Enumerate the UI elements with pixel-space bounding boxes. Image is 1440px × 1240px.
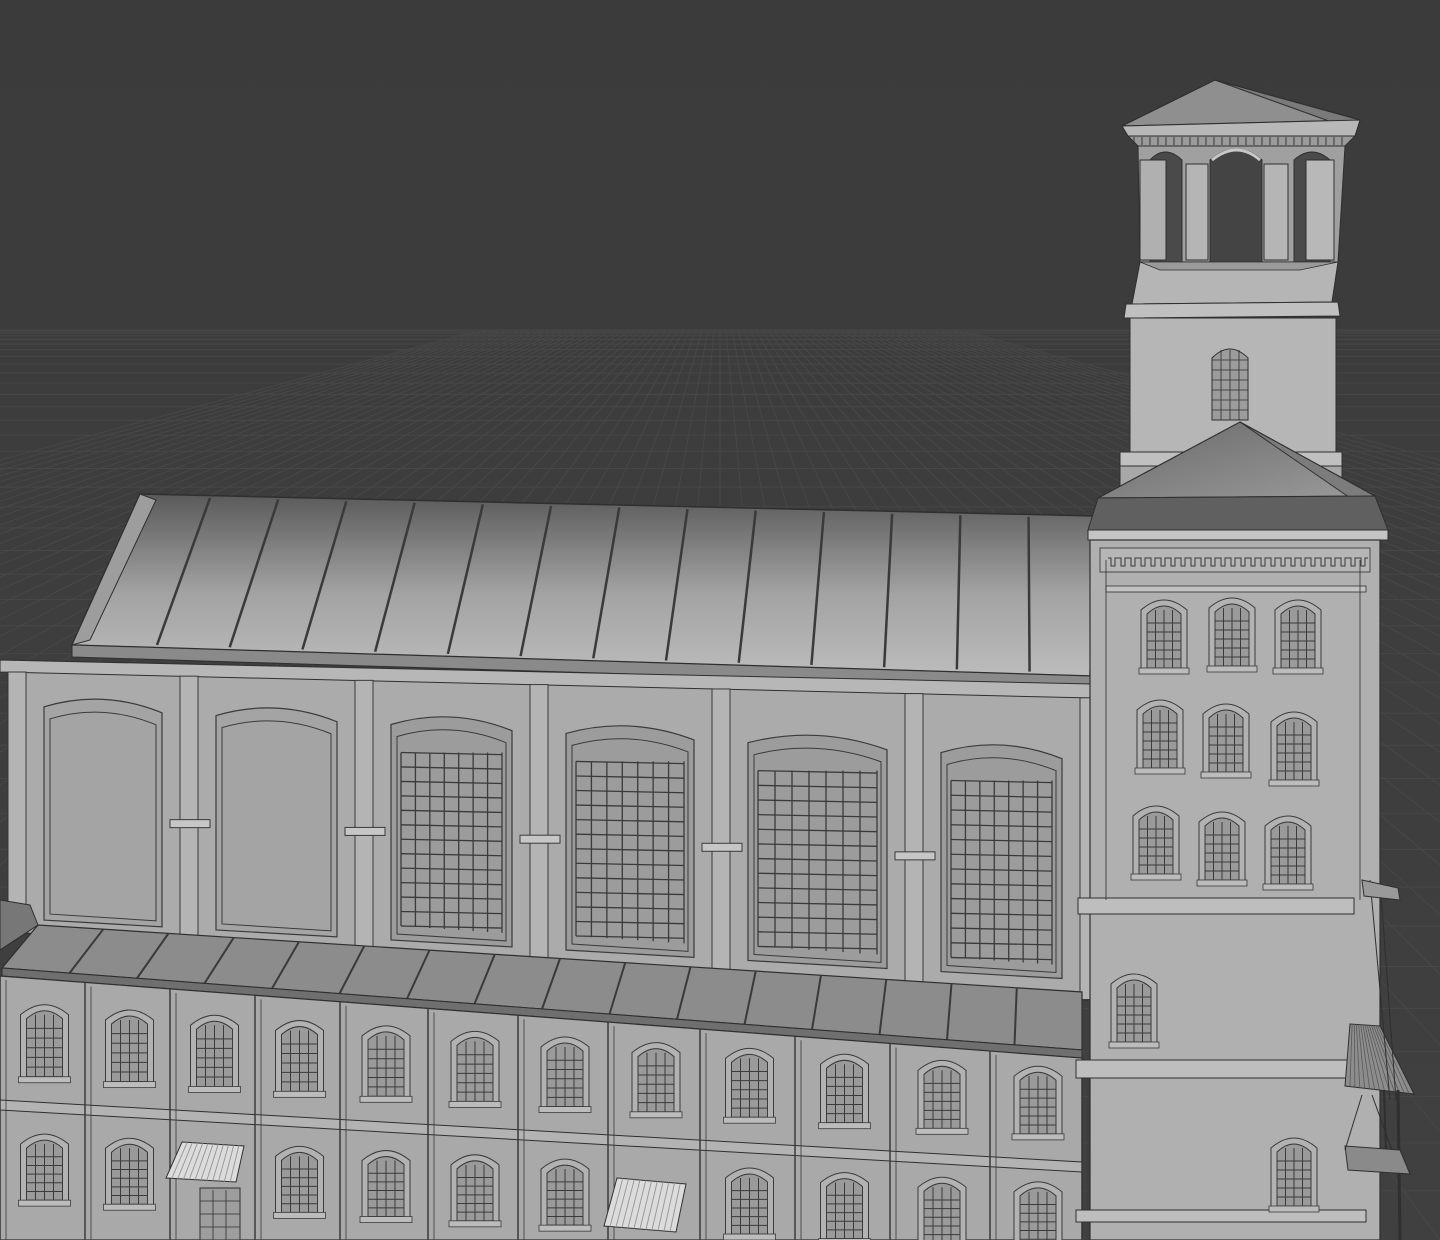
- belfry[interactable]: [1121, 79, 1362, 319]
- awning-right[interactable]: [603, 1177, 687, 1233]
- arched-window: [818, 1172, 871, 1240]
- arched-window: [273, 1145, 326, 1219]
- tower-shaft-window: [1211, 348, 1249, 421]
- arched-window: [188, 1014, 241, 1093]
- arched-window: [723, 1047, 776, 1124]
- arched-window: [1138, 599, 1190, 675]
- arched-window: [723, 1167, 776, 1240]
- upper-window-bay: [43, 698, 163, 928]
- 3d-viewport[interactable]: [0, 0, 1440, 1240]
- arched-window: [1196, 811, 1248, 887]
- pilaster: [7, 671, 27, 933]
- arched-window: [1130, 805, 1182, 881]
- arched-window: [103, 1137, 156, 1211]
- arched-window: [1011, 1065, 1065, 1141]
- arched-window: [538, 1158, 592, 1232]
- arched-window: [448, 1030, 502, 1108]
- arched-window: [1206, 597, 1258, 673]
- main-roof[interactable]: [70, 493, 1096, 689]
- arched-window: [1268, 1137, 1320, 1213]
- arched-window: [917, 1176, 967, 1240]
- upper-window-bay: [215, 707, 338, 938]
- arched-window: [1200, 703, 1252, 779]
- pilaster: [354, 679, 374, 955]
- upper-window-bay: [747, 734, 888, 970]
- arched-window: [1262, 815, 1314, 891]
- arched-window: [18, 1004, 71, 1084]
- arched-window: [818, 1053, 871, 1130]
- arched-window: [18, 1133, 71, 1207]
- arched-window: [359, 1150, 413, 1223]
- upper-window-bay: [940, 744, 1063, 980]
- tower-body[interactable]: [1075, 539, 1381, 1240]
- arched-window: [538, 1036, 592, 1113]
- arched-window: [359, 1025, 413, 1103]
- arched-window: [629, 1042, 683, 1119]
- upper-window-bay: [390, 716, 513, 948]
- pilaster: [529, 684, 549, 966]
- viewport-canvas[interactable]: [0, 0, 1440, 1240]
- arched-window: [1134, 699, 1186, 775]
- arched-window: [1108, 973, 1160, 1049]
- arched-window: [1272, 599, 1324, 675]
- arched-window: [915, 1059, 969, 1135]
- doorway-left[interactable]: [199, 1187, 241, 1240]
- arched-window: [448, 1154, 502, 1228]
- pilaster: [711, 688, 731, 977]
- arched-window: [103, 1009, 156, 1089]
- upper-window-bay: [565, 725, 695, 959]
- arched-window: [1013, 1181, 1063, 1240]
- arched-window: [1268, 711, 1320, 787]
- arched-window: [273, 1020, 326, 1098]
- pilaster: [904, 693, 924, 989]
- pilaster: [179, 675, 199, 944]
